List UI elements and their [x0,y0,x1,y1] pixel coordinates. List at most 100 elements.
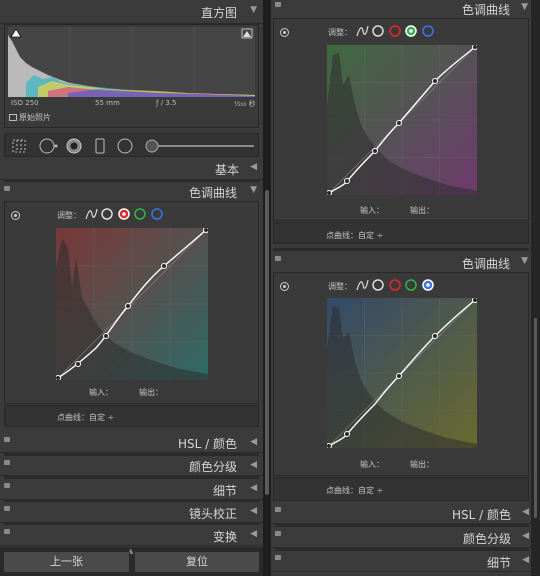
point-curve-label: 点曲线： [326,486,358,495]
original-photo-toggle[interactable]: 原始照片 [9,112,51,123]
tone-curve-header[interactable]: 色调曲线 ▼ [0,182,263,202]
collapse-triangle-icon[interactable]: ▼ [250,5,257,15]
scrollbar-thumb[interactable] [534,318,537,518]
expand-triangle-icon[interactable]: ◀ [522,531,529,541]
basic-section-title: 基本 [214,163,239,177]
channel-selector [356,25,434,37]
curve-graph-green[interactable] [327,45,477,195]
color-grading-section-header[interactable]: 颜色分级 ◀ [0,456,263,476]
panel-switch-icon[interactable] [4,506,10,511]
tone-curve-panel-blue: 调整： 输入： 输出： [273,272,529,476]
expand-triangle-icon[interactable]: ◀ [250,460,257,470]
histogram-header[interactable]: 直方图 ▼ [0,0,263,24]
iso-readout: ISO 250 [11,99,39,107]
detail-section-header[interactable]: 细节 ◀ [0,479,263,500]
color-grading-section-header[interactable]: 颜色分级 ◀ [271,527,531,548]
expand-triangle-icon[interactable]: ◀ [522,555,529,565]
point-curve-dropdown[interactable]: 自定 ÷ [358,485,383,496]
parametric-curve-icon [356,279,369,291]
aperture-readout: ƒ / 3.5 [156,99,177,107]
red-channel-icon [389,25,401,37]
adjust-label: 调整： [57,211,81,220]
left-scrollbar[interactable] [263,0,271,576]
hsl-section-title: HSL / 颜色 [178,437,237,451]
histogram-panel: ISO 250 55 mm ƒ / 3.5 ¹⁄₂₀₀ 秒 原始照片 [4,24,259,128]
point-curve-row: 点曲线： 自定 ÷ [4,405,259,427]
tone-curve-title-blue: 色调曲线 [461,257,510,271]
expand-triangle-icon[interactable]: ◀ [250,506,257,516]
radial-filter-icon [117,138,133,154]
color-grading-section-title: 颜色分级 [188,460,237,474]
panel-switch-icon[interactable] [4,437,10,442]
point-curve-dropdown[interactable]: 自定 ÷ [358,230,383,241]
blue-channel-icon [422,25,434,37]
scrollbar-thumb[interactable] [265,190,269,495]
collapse-triangle-icon[interactable]: ▼ [250,185,257,195]
tone-curve-panel: 调整： 输入： 输出： [4,201,259,404]
reset-button[interactable]: 复位 [134,551,260,573]
point-curve-label: 点曲线： [326,231,358,240]
target-adjust-icon[interactable] [280,282,289,291]
output-label: 输出： [410,460,434,469]
basic-section-header[interactable]: 基本 ◀ [0,158,263,180]
panel-switch-icon[interactable] [275,507,281,512]
tone-curve-header-green[interactable]: 色调曲线 ▼ [271,0,540,18]
panel-switch-icon[interactable] [4,483,10,488]
expand-triangle-icon[interactable]: ◀ [250,529,257,539]
expand-triangle-icon[interactable]: ◀ [250,437,257,447]
panel-switch-icon[interactable] [275,555,281,560]
panel-switch-icon[interactable] [4,529,10,534]
brush-slider-icon [145,139,254,153]
lens-correction-section-title: 镜头校正 [188,507,237,521]
point-curve-label: 点曲线： [57,413,89,422]
parametric-curve-icon [85,208,98,220]
adjust-label: 调整： [328,282,352,291]
panel-switch-icon[interactable] [275,2,281,7]
output-label: 输出： [410,206,434,215]
expand-triangle-icon[interactable]: ◀ [250,162,257,172]
green-channel-icon [134,208,146,220]
point-curve-row-blue: 点曲线： 自定 ÷ [273,477,529,501]
right-panel: 色调曲线 ▼ 调整： 输入： 输出： 点曲线： 自定 ÷ 色调曲线 ▼ 调整： … [271,0,540,576]
panel-switch-icon[interactable] [275,531,281,536]
hsl-section-header[interactable]: HSL / 颜色 ◀ [0,433,263,453]
tone-curve-panel-green: 调整： 输入： 输出： [273,18,529,221]
curve-graph-red[interactable] [56,228,208,380]
shutter-readout: ¹⁄₂₀₀ 秒 [234,100,256,108]
channel-selector [85,208,163,220]
checkbox-icon[interactable] [9,114,17,121]
hsl-section-title: HSL / 颜色 [452,508,511,522]
histogram-title: 直方图 [200,6,237,20]
spot-removal-icon [39,138,58,154]
panel-switch-icon[interactable] [4,186,10,191]
collapse-triangle-icon[interactable]: ▼ [521,2,528,12]
collapse-triangle-icon[interactable]: ▼ [521,256,528,266]
transform-section-title: 变换 [212,530,237,544]
curve-graph-blue[interactable] [327,298,477,448]
color-grading-section-title: 颜色分级 [462,532,511,546]
hsl-section-header[interactable]: HSL / 颜色 ◀ [271,503,531,524]
transform-section-header[interactable]: 变换 ◀ [0,525,263,546]
blue-channel-icon [151,208,163,220]
output-label: 输出： [139,388,163,397]
previous-button[interactable]: 上一张 [3,551,130,573]
left-panel: 直方图 ▼ ISO 250 55 mm ƒ / 3.5 ¹⁄₂₀₀ 秒 原始照片 [0,0,263,576]
panel-switch-icon[interactable] [275,256,281,261]
target-adjust-icon[interactable] [11,211,20,220]
panel-switch-icon[interactable] [4,460,10,465]
tone-curve-header-blue[interactable]: 色调曲线 ▼ [271,252,540,272]
green-channel-icon [405,279,417,291]
expand-triangle-icon[interactable]: ◀ [522,507,529,517]
expand-triangle-icon[interactable]: ◀ [250,483,257,493]
detail-section-header[interactable]: 细节 ◀ [271,551,531,572]
target-adjust-icon[interactable] [280,28,289,37]
input-label: 输入： [360,206,384,215]
lens-correction-section-header[interactable]: 镜头校正 ◀ [0,502,263,523]
channel-selector [356,279,434,291]
right-scrollbar[interactable] [531,0,540,576]
original-photo-label: 原始照片 [19,113,51,122]
histogram-graph [8,27,255,97]
point-curve-dropdown[interactable]: 自定 ÷ [89,412,114,423]
point-curve-row-green: 点曲线： 自定 ÷ [273,222,529,244]
input-label: 输入： [89,388,113,397]
